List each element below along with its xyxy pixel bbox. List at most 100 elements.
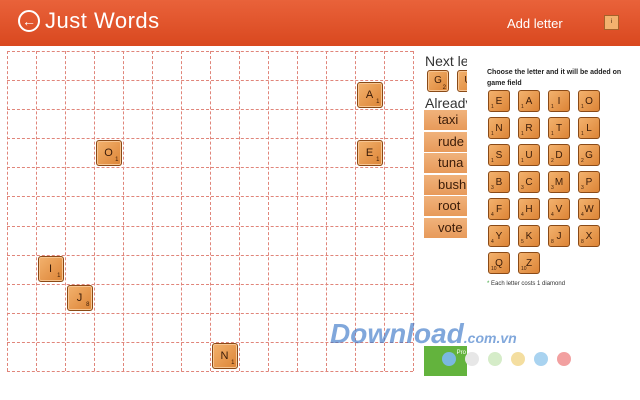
board-tile[interactable]: N1 [211, 343, 238, 370]
letter-key-w[interactable]: W4 [578, 198, 600, 220]
key-points: 1 [521, 104, 524, 110]
word-list: taxi rude tuna bush root vote [424, 110, 471, 239]
list-item[interactable]: vote [424, 217, 471, 238]
letter-key-m[interactable]: M3 [548, 171, 570, 193]
letter-key-i[interactable]: I1 [548, 90, 570, 112]
key-points: 4 [491, 212, 494, 218]
letter-key-f[interactable]: F4 [488, 198, 510, 220]
letter-key-p[interactable]: P3 [578, 171, 600, 193]
watermark-main: Download [330, 318, 464, 349]
list-item[interactable]: bush [424, 174, 471, 195]
board-tile[interactable]: J8 [66, 285, 93, 312]
cost-note-text: Each letter costs 1 diamond [491, 281, 566, 287]
board-tile[interactable]: E1 [356, 139, 383, 166]
key-letter: W [584, 204, 594, 215]
key-letter: P [585, 177, 593, 188]
page-dot[interactable] [488, 352, 502, 366]
letter-key-t[interactable]: T1 [548, 117, 570, 139]
key-points: 4 [551, 212, 554, 218]
letter-key-l[interactable]: L1 [578, 117, 600, 139]
page-dot[interactable] [534, 352, 548, 366]
letter-key-u[interactable]: U1 [518, 144, 540, 166]
grid-line [239, 51, 240, 371]
tile-letter: N [220, 350, 229, 363]
grid-line [94, 51, 95, 371]
grid-line [7, 225, 413, 227]
page-dot[interactable] [442, 352, 456, 366]
letter-key-e[interactable]: E1 [488, 90, 510, 112]
grid-line [7, 138, 413, 140]
app-title: Just Words [45, 8, 160, 33]
letter-key-x[interactable]: X8 [578, 225, 600, 247]
letter-key-b[interactable]: B3 [488, 171, 510, 193]
key-points: 1 [491, 104, 494, 110]
letter-key-c[interactable]: C3 [518, 171, 540, 193]
letter-key-j[interactable]: J8 [548, 225, 570, 247]
letter-key-h[interactable]: H4 [518, 198, 540, 220]
key-letter: X [585, 231, 593, 242]
key-letter: S [495, 150, 503, 161]
grid-line [123, 51, 124, 371]
grid-line [7, 109, 413, 111]
back-arrow-icon[interactable]: ← [18, 10, 40, 32]
key-points: 8 [551, 239, 554, 245]
letter-key-n[interactable]: N1 [488, 117, 510, 139]
letter-key-s[interactable]: S1 [488, 144, 510, 166]
key-letter: U [525, 150, 533, 161]
key-letter: M [554, 177, 564, 188]
tile-letter: G [434, 75, 442, 86]
page-dot[interactable] [511, 352, 525, 366]
board-tile[interactable]: I1 [37, 256, 64, 283]
key-points: 4 [491, 239, 494, 245]
letter-key-g[interactable]: G2 [578, 144, 600, 166]
grid-line [7, 312, 413, 314]
key-points: 3 [521, 185, 524, 191]
key-letter: O [585, 96, 593, 107]
letter-key-d[interactable]: D2 [548, 144, 570, 166]
key-letter: R [525, 123, 533, 134]
page-dot[interactable] [557, 352, 571, 366]
key-points: 3 [581, 185, 584, 191]
panel-header: Add letter i [467, 0, 640, 46]
letter-key-z[interactable]: Z 10 [518, 252, 540, 274]
letter-key-a[interactable]: A1 [518, 90, 540, 112]
list-item[interactable]: taxi [424, 110, 471, 130]
list-item[interactable]: tuna [424, 153, 471, 173]
grid-line [7, 254, 413, 256]
grid-line [65, 51, 66, 371]
watermark-ext: .com.vn [463, 330, 517, 346]
key-letter: L [586, 123, 592, 134]
letter-key-v[interactable]: V4 [548, 198, 570, 220]
list-item[interactable]: rude [424, 131, 471, 152]
key-letter: N [495, 123, 503, 134]
key-letter: J [556, 231, 562, 242]
key-letter: T [555, 123, 563, 134]
key-points: 3 [491, 185, 494, 191]
board-tile[interactable]: A1 [356, 81, 383, 108]
letter-key-y[interactable]: Y4 [488, 225, 510, 247]
tile-close-icon[interactable]: i [604, 15, 619, 30]
letter-key-k[interactable]: K5 [518, 225, 540, 247]
grid-line [36, 51, 37, 371]
key-letter: F [495, 204, 503, 215]
key-points: 3 [551, 185, 554, 191]
list-item[interactable]: root [424, 196, 471, 216]
next-tile: G 2 [427, 70, 449, 92]
key-letter: H [525, 204, 533, 215]
letter-key-o[interactable]: O1 [578, 90, 600, 112]
key-letter: V [555, 204, 563, 215]
page-dot[interactable] [465, 352, 479, 366]
key-points: 1 [521, 131, 524, 137]
tile-points: 1 [376, 98, 380, 105]
key-letter: G [585, 150, 593, 161]
board-tile[interactable]: O1 [95, 139, 122, 166]
letter-key-r[interactable]: R1 [518, 117, 540, 139]
tile-points: 8 [86, 302, 90, 309]
key-letter: Y [495, 231, 503, 242]
already-label: Already [425, 95, 471, 111]
grid-line [181, 51, 182, 371]
tile-letter: A [365, 88, 374, 101]
key-points: 1 [581, 131, 584, 137]
tile-points: 1 [231, 360, 235, 367]
letter-key-q[interactable]: Q 10 [488, 252, 510, 274]
